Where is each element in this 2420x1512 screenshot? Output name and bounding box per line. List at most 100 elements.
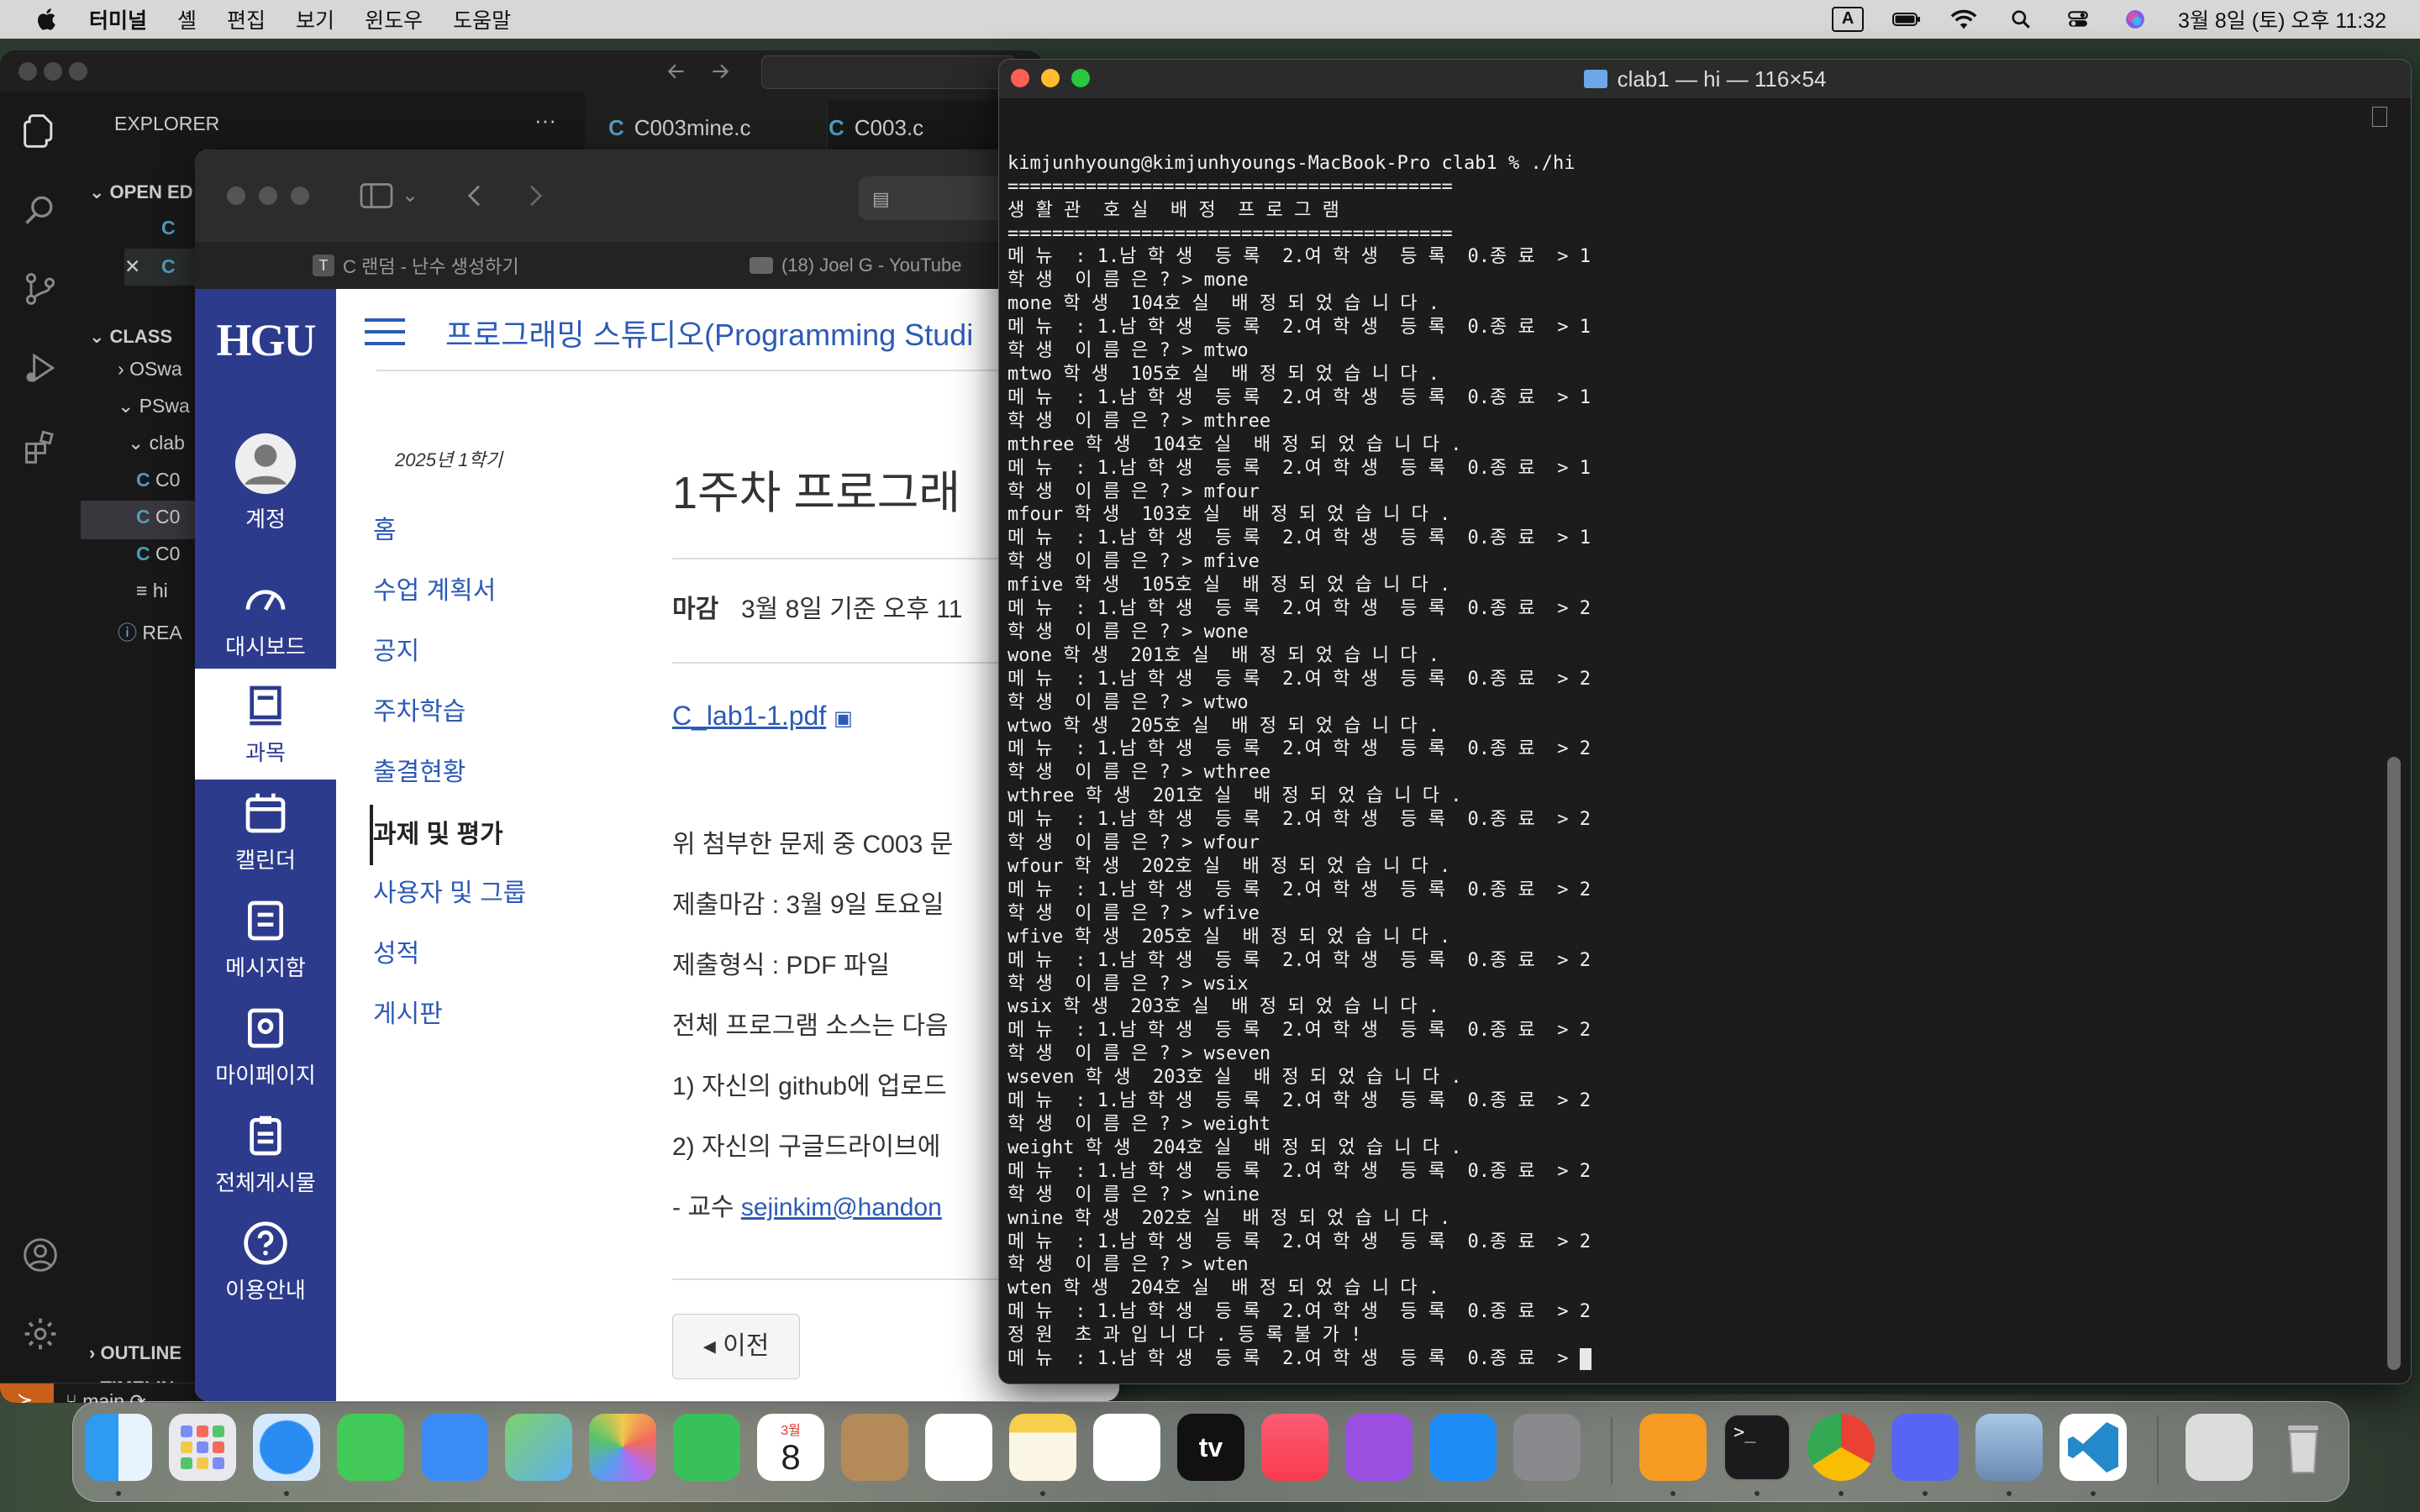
menu-view[interactable]: 보기 — [296, 4, 334, 34]
course-nav-attendance[interactable]: 출결현황 — [373, 751, 466, 788]
control-center-icon[interactable] — [2064, 8, 2092, 30]
course-nav-grades[interactable]: 성적 — [373, 932, 419, 969]
notes-icon[interactable] — [1009, 1414, 1076, 1481]
podcasts-icon[interactable] — [1345, 1414, 1413, 1481]
global-nav-courses[interactable]: 과목 — [195, 669, 336, 780]
tab-c003[interactable]: C C003.c — [805, 101, 1030, 155]
hamburger-menu-icon[interactable] — [365, 316, 405, 348]
maps-icon[interactable] — [505, 1414, 572, 1481]
calendar-icon[interactable]: 3월 8 — [757, 1414, 824, 1481]
explorer-files-icon[interactable] — [22, 113, 59, 150]
global-nav-inbox[interactable]: 메시지함 — [195, 897, 336, 982]
document-preview-icon[interactable]: ▣ — [834, 707, 853, 730]
back-arrow-icon[interactable] — [464, 183, 486, 208]
workspace-section[interactable]: ⌄ CLASS — [89, 326, 172, 348]
chevron-down-icon[interactable]: ⌄ — [402, 183, 418, 207]
extensions-icon[interactable] — [22, 428, 59, 465]
wifi-icon[interactable] — [1949, 8, 1978, 30]
run-debug-icon[interactable] — [22, 349, 59, 386]
account-icon[interactable] — [22, 1236, 59, 1273]
open-editor-item[interactable]: C — [161, 217, 176, 239]
settings-icon[interactable] — [1513, 1414, 1581, 1481]
tree-file-c[interactable]: C C0 — [136, 543, 180, 565]
appstore-icon[interactable] — [1429, 1414, 1497, 1481]
downloads-icon[interactable] — [2186, 1414, 2253, 1481]
input-source-indicator[interactable]: A — [1832, 7, 1865, 32]
previous-button[interactable]: ◂ 이전 — [672, 1314, 800, 1379]
remote-indicator[interactable]: ≻ — [0, 1383, 54, 1403]
sidebar-toggle-icon[interactable] — [360, 183, 393, 208]
reminders-icon[interactable] — [925, 1414, 992, 1481]
music-icon[interactable] — [1261, 1414, 1328, 1481]
open-editors-section[interactable]: ⌄ OPEN ED — [89, 181, 193, 203]
tab-c003mine[interactable]: C C003mine.c — [585, 101, 828, 155]
contacts-icon[interactable] — [841, 1414, 908, 1481]
terminal-output[interactable]: kimjunhyoung@kimjunhyoungs-MacBook-Pro c… — [1007, 105, 2386, 1371]
siri-icon[interactable] — [2121, 8, 2149, 30]
preview-icon[interactable] — [1975, 1414, 2043, 1481]
menubar-clock[interactable]: 3월 8일 (토) 오후 11:32 — [2178, 4, 2386, 34]
window-close-button[interactable] — [18, 62, 37, 81]
finder-icon[interactable] — [85, 1414, 152, 1481]
books-icon[interactable] — [1639, 1414, 1707, 1481]
launchpad-icon[interactable] — [169, 1414, 236, 1481]
command-center-search[interactable] — [761, 55, 1015, 89]
tv-icon[interactable]: tv — [1177, 1414, 1244, 1481]
menu-shell[interactable]: 셸 — [177, 4, 197, 34]
global-nav-account[interactable]: 계정 — [195, 432, 336, 533]
photos-icon[interactable] — [589, 1414, 656, 1481]
settings-gear-icon[interactable] — [22, 1315, 59, 1352]
browser-tab-c-random[interactable]: T C 랜덤 - 난수 생성하기 — [313, 242, 519, 289]
course-nav-board[interactable]: 게시판 — [373, 993, 443, 1030]
facetime-icon[interactable] — [673, 1414, 740, 1481]
forward-arrow-icon[interactable] — [524, 183, 546, 208]
outline-section[interactable]: › OUTLINE — [89, 1342, 182, 1364]
tree-folder-pswa[interactable]: ⌄ PSwa — [118, 395, 190, 417]
window-zoom-button[interactable] — [69, 62, 87, 81]
reader-icon[interactable]: ▤ — [872, 188, 890, 210]
school-logo[interactable]: HGU — [195, 314, 336, 366]
browser-close-button[interactable] — [227, 186, 245, 205]
global-nav-calendar[interactable]: 캘린더 — [195, 790, 336, 874]
discord-icon[interactable] — [1891, 1414, 1959, 1481]
menu-help[interactable]: 도움말 — [453, 4, 511, 34]
spotlight-search-icon[interactable] — [2007, 8, 2035, 30]
global-nav-all-posts[interactable]: 전체게시물 — [195, 1112, 336, 1197]
messages-icon[interactable] — [337, 1414, 404, 1481]
global-nav-help[interactable]: 이용안내 — [195, 1220, 336, 1305]
terminal-zoom-button[interactable] — [1071, 69, 1090, 87]
attachment-link[interactable]: C_lab1-1.pdf ▣ — [672, 701, 853, 732]
browser-zoom-button[interactable] — [291, 186, 309, 205]
chrome-icon[interactable] — [1807, 1414, 1875, 1481]
professor-email-link[interactable]: sejinkim@handon — [741, 1194, 942, 1221]
forward-arrow-icon[interactable] — [708, 60, 733, 82]
battery-icon[interactable] — [1892, 8, 1921, 30]
menu-window[interactable]: 윈도우 — [365, 4, 423, 34]
source-control-icon[interactable] — [22, 270, 59, 307]
terminal-close-button[interactable] — [1011, 69, 1029, 87]
trash-icon[interactable] — [2270, 1414, 2337, 1481]
terminal-scrollbar[interactable] — [2387, 757, 2401, 1370]
tree-file-readme[interactable]: ⓘ REA — [118, 617, 182, 645]
terminal-icon[interactable]: >_ — [1723, 1414, 1791, 1481]
tree-folder-clab[interactable]: ⌄ clab — [128, 432, 185, 454]
menu-app-terminal[interactable]: 터미널 — [89, 4, 147, 34]
menu-edit[interactable]: 편집 — [227, 4, 266, 34]
global-nav-dashboard[interactable]: 대시보드 — [195, 576, 336, 661]
tree-file-c[interactable]: C C0 — [136, 469, 180, 491]
split-pane-icon[interactable] — [2372, 107, 2387, 127]
explorer-more-actions[interactable]: ··· — [534, 108, 556, 134]
global-nav-mypage[interactable]: 마이페이지 — [195, 1005, 336, 1089]
tree-file-hi[interactable]: ≡ hi — [136, 580, 168, 602]
terminal-minimize-button[interactable] — [1041, 69, 1060, 87]
window-minimize-button[interactable] — [44, 62, 62, 81]
tree-folder-oswa[interactable]: › OSwa — [118, 358, 182, 381]
course-nav-weekly[interactable]: 주차학습 — [373, 690, 466, 727]
vscode-icon[interactable] — [2060, 1414, 2127, 1481]
course-nav-announcements[interactable]: 공지 — [373, 630, 419, 667]
freeform-icon[interactable] — [1093, 1414, 1160, 1481]
course-nav-home[interactable]: 홈 — [373, 509, 397, 546]
course-nav-assignments[interactable]: 과제 및 평가 — [373, 813, 503, 850]
browser-minimize-button[interactable] — [259, 186, 277, 205]
close-icon[interactable]: ✕ — [124, 255, 140, 278]
